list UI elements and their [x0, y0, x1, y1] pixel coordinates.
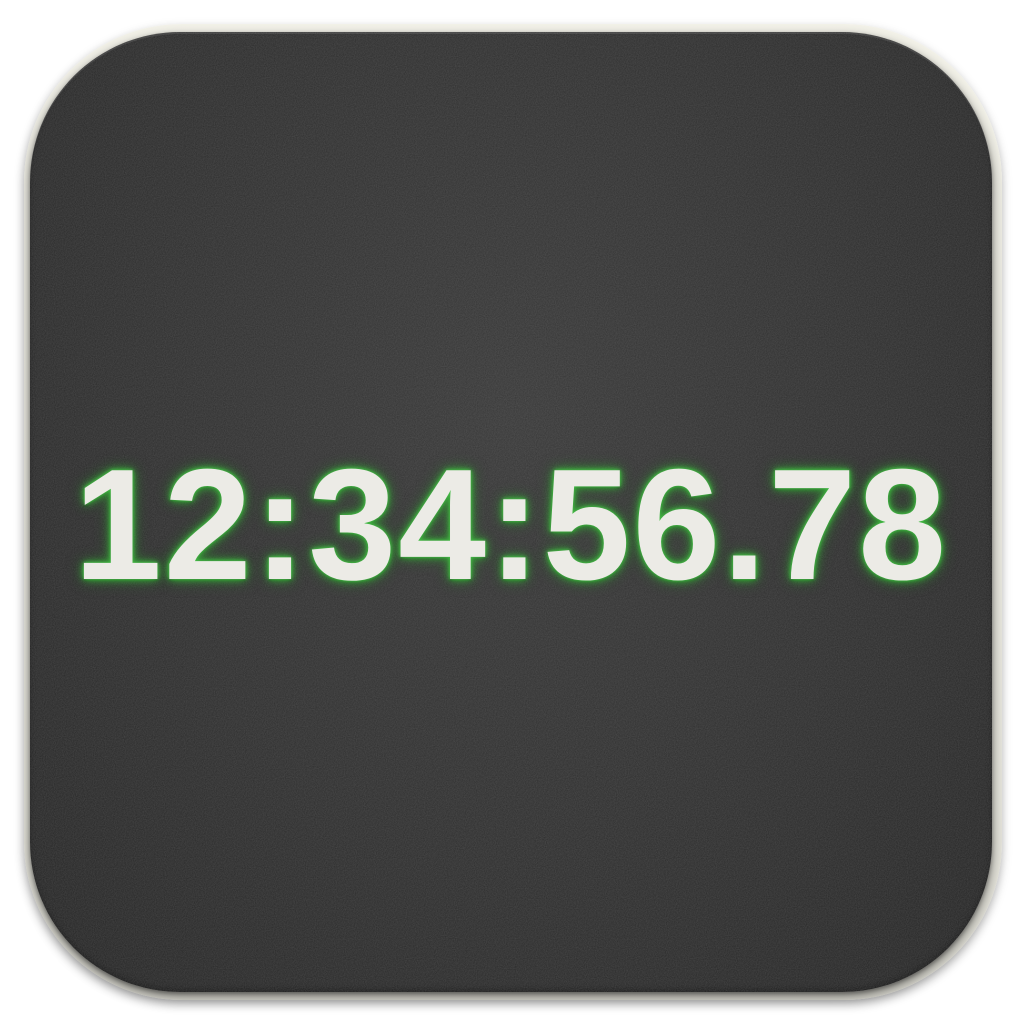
- app-icon-tile[interactable]: 12:34:56.78: [30, 32, 992, 992]
- time-display: 12:34:56.78: [73, 437, 949, 613]
- icon-canvas: 12:34:56.78: [0, 0, 1024, 1024]
- time-readout: 12:34:56.78: [30, 32, 992, 992]
